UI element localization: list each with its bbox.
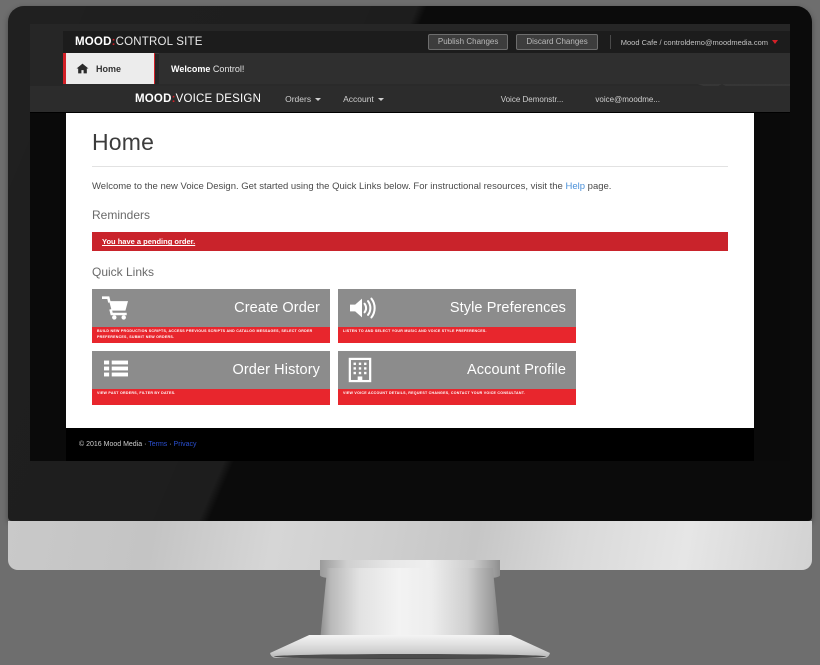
tile-title: Order History xyxy=(232,362,320,379)
page-title: Home xyxy=(92,129,155,155)
tile-title: Account Profile xyxy=(466,362,566,379)
nav-item-orders-label: Orders xyxy=(285,94,312,104)
nav-item-orders[interactable]: Orders xyxy=(285,94,322,104)
quick-link-create-order[interactable]: Create Order Build new production script… xyxy=(92,289,330,344)
tile-header: Create Order xyxy=(92,289,330,327)
tile-caption: View voice account details, request chan… xyxy=(338,389,576,406)
vd-logo-voice-design-text: VOICE DESIGN xyxy=(175,93,262,105)
shopping-cart-icon xyxy=(102,296,128,320)
nav-user-email[interactable]: voice@moodme... xyxy=(595,95,660,104)
welcome-user: Control! xyxy=(212,63,245,74)
logo-mood-text: MOOD xyxy=(75,36,112,48)
welcome-word: Welcome xyxy=(171,63,211,74)
tile-header: Style Preferences xyxy=(338,289,576,327)
building-icon xyxy=(348,358,372,383)
stand-neck xyxy=(320,568,500,641)
reminder-alert: You have a pending order. xyxy=(92,232,728,252)
tile-caption: View past orders, filter by dates. xyxy=(92,389,330,406)
terms-link[interactable]: Terms xyxy=(148,441,167,448)
footer-copyright: © 2016 Mood Media · xyxy=(79,441,149,448)
quick-links-grid: Create Order Build new production script… xyxy=(92,289,576,406)
chevron-down-icon xyxy=(315,97,322,101)
chevron-down-icon xyxy=(377,97,384,101)
help-link[interactable]: Help xyxy=(565,181,585,192)
monitor: MOOD:CONTROL SITE Publish Changes Discar… xyxy=(8,6,812,521)
page-content: Home Welcome to the new Voice Design. Ge… xyxy=(66,113,754,428)
quick-links-heading: Quick Links xyxy=(92,265,155,280)
voice-design-logo[interactable]: MOOD:VOICE DESIGN xyxy=(135,93,261,105)
nav-item-account-label: Account xyxy=(343,94,374,104)
vd-logo-mood-text: MOOD xyxy=(135,93,172,105)
reminders-heading: Reminders xyxy=(92,208,151,223)
control-site-topbar: MOOD:CONTROL SITE Publish Changes Discar… xyxy=(63,31,790,54)
tile-header: Order History xyxy=(92,351,330,389)
voice-design-navbar: MOOD:VOICE DESIGN Orders Account Voice D… xyxy=(30,86,790,113)
privacy-link[interactable]: Privacy xyxy=(174,441,197,448)
house-icon xyxy=(76,63,89,74)
account-menu[interactable]: Mood Cafe / controldemo@moodmedia.com xyxy=(621,38,778,47)
tab-home[interactable]: Home xyxy=(63,53,155,84)
publish-changes-button[interactable]: Publish Changes xyxy=(427,34,509,50)
speaker-volume-icon xyxy=(350,297,376,319)
stand-base-shadow xyxy=(274,654,546,659)
welcome-banner: Welcome Control! xyxy=(159,53,790,84)
nav-item-account[interactable]: Account xyxy=(343,94,384,104)
tile-caption: Build new production scripts, access pre… xyxy=(92,327,330,344)
logo-control-site-text: CONTROL SITE xyxy=(115,36,203,48)
topbar-divider xyxy=(609,35,611,49)
nav-current-demo[interactable]: Voice Demonstr... xyxy=(501,95,564,104)
intro-text-after: page. xyxy=(585,181,612,192)
control-site-app: MOOD:CONTROL SITE Publish Changes Discar… xyxy=(30,24,790,461)
tile-title: Style Preferences xyxy=(449,300,566,317)
tile-title: Create Order xyxy=(234,300,320,317)
welcome-text: Welcome Control! xyxy=(171,64,244,74)
list-icon xyxy=(104,360,128,377)
control-site-tabs-row: Home Welcome Control! xyxy=(63,53,790,87)
footer-text: © 2016 Mood Media · Terms · Privacy xyxy=(79,441,196,448)
discard-changes-button[interactable]: Discard Changes xyxy=(516,34,598,50)
pending-order-link[interactable]: You have a pending order. xyxy=(102,237,195,246)
tile-header: Account Profile xyxy=(338,351,576,389)
account-menu-label: Mood Cafe / controldemo@moodmedia.com xyxy=(620,37,768,47)
quick-link-order-history[interactable]: Order History View past orders, filter b… xyxy=(92,351,330,406)
title-divider xyxy=(92,166,728,167)
tile-caption: Listen to and select your music and voic… xyxy=(338,327,576,344)
intro-paragraph: Welcome to the new Voice Design. Get sta… xyxy=(92,180,728,194)
tab-home-label: Home xyxy=(96,63,122,74)
control-site-logo[interactable]: MOOD:CONTROL SITE xyxy=(75,36,203,48)
chevron-down-icon xyxy=(772,40,778,44)
voice-design-app: MOOD:VOICE DESIGN Orders Account Voice D… xyxy=(30,86,790,461)
quick-link-account-profile[interactable]: Account Profile View voice account detai… xyxy=(338,351,576,406)
page-footer: © 2016 Mood Media · Terms · Privacy xyxy=(66,428,754,461)
screen: MOOD:CONTROL SITE Publish Changes Discar… xyxy=(30,24,790,461)
intro-text-before: Welcome to the new Voice Design. Get sta… xyxy=(92,181,566,192)
quick-link-style-preferences[interactable]: Style Preferences Listen to and select y… xyxy=(338,289,576,344)
